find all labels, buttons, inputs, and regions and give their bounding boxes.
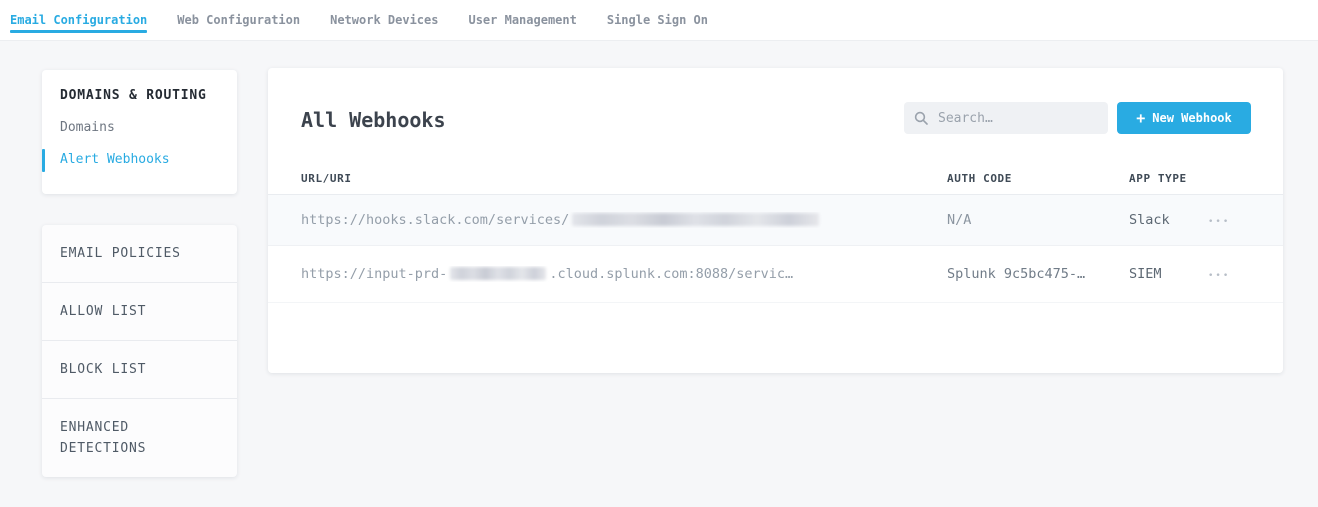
redacted-url-segment [450,267,546,280]
page-title: All Webhooks [301,108,446,132]
active-indicator-bar [42,149,45,172]
sidebar-item-alert-webhooks[interactable]: Alert Webhooks [60,152,219,167]
sidebar-item-label: Alert Webhooks [60,152,170,167]
top-nav: Email Configuration Web Configuration Ne… [0,0,1318,41]
plus-icon: + [1136,111,1145,126]
sidebar-sections-card: EMAIL POLICIES ALLOW LIST BLOCK LIST ENH… [42,225,237,477]
table-header-row: URL/URI AUTH CODE APP TYPE [268,163,1283,195]
sidebar-routing-card: DOMAINS & ROUTING Domains Alert Webhooks [42,70,237,194]
row-actions-button[interactable]: ••• [1206,267,1232,285]
tab-email-configuration[interactable]: Email Configuration [10,0,147,40]
table-row: https://hooks.slack.com/services/ N/A Sl… [268,195,1283,245]
sidebar-item-block-list[interactable]: BLOCK LIST [42,340,237,398]
sidebar-item-allow-list[interactable]: ALLOW LIST [42,282,237,340]
url-text-suffix: .cloud.splunk.com:8088/servic… [549,266,793,282]
column-header-app-type: APP TYPE [1129,172,1206,185]
new-webhook-button[interactable]: + New Webhook [1117,102,1251,134]
cell-url: https://input-prd- .cloud.splunk.com:8088… [268,266,947,282]
column-header-auth-code: AUTH CODE [947,172,1129,185]
tab-network-devices[interactable]: Network Devices [330,0,438,40]
table-row: https://input-prd- .cloud.splunk.com:8088… [268,245,1283,303]
sidebar-item-email-policies[interactable]: EMAIL POLICIES [42,225,237,282]
tab-user-management[interactable]: User Management [468,0,576,40]
tab-web-configuration[interactable]: Web Configuration [177,0,300,40]
sidebar-routing-heading: DOMAINS & ROUTING [60,88,219,103]
url-text: https://hooks.slack.com/services/ [301,212,569,228]
table-body: https://hooks.slack.com/services/ N/A Sl… [268,195,1283,303]
tab-single-sign-on[interactable]: Single Sign On [607,0,708,40]
new-webhook-label: New Webhook [1152,111,1231,125]
cell-app-type: SIEM [1129,266,1206,282]
search-icon [914,111,928,125]
search-box [904,102,1108,134]
column-header-url: URL/URI [268,172,947,185]
cell-app-type: Slack [1129,212,1206,228]
cell-auth-code: Splunk 9c5bc475-… [947,266,1129,282]
redacted-url-segment [572,213,819,226]
search-input[interactable] [936,110,1098,127]
url-text: https://input-prd- [301,266,447,282]
cell-url: https://hooks.slack.com/services/ [268,212,947,228]
sidebar-item-domains[interactable]: Domains [60,120,219,135]
sidebar-item-enhanced-detections[interactable]: ENHANCED DETECTIONS [42,398,237,477]
webhooks-panel: All Webhooks + New Webhook URL/URI AUTH … [268,68,1283,373]
cell-auth-code: N/A [947,212,1129,228]
row-actions-button[interactable]: ••• [1206,213,1232,231]
app-window: Email Configuration Web Configuration Ne… [0,0,1318,507]
